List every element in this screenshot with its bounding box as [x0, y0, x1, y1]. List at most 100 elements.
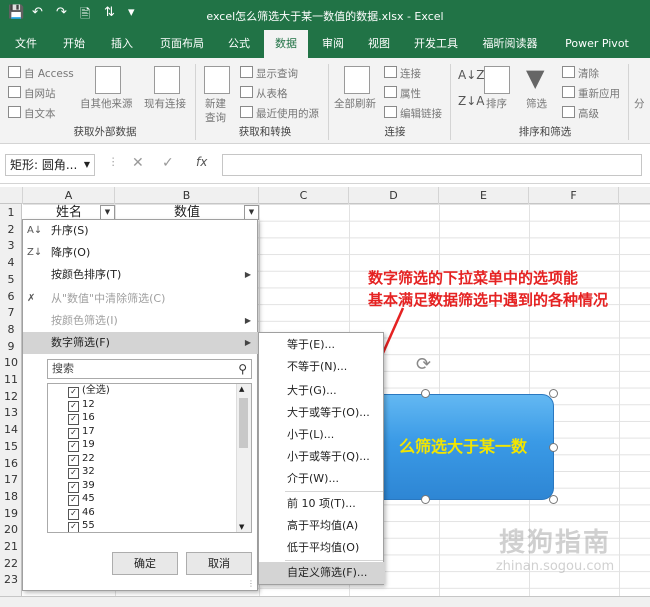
new-query-button[interactable]: 新建 [205, 96, 226, 111]
list-item-select-all[interactable]: ✓ (全选) [68, 384, 110, 398]
show-queries-button[interactable]: 显示查询 [240, 66, 298, 81]
checkbox-icon[interactable]: ✓ [68, 522, 79, 532]
submenu-item-below-average[interactable]: 低于平均值(O) [259, 537, 385, 559]
name-box[interactable]: 矩形: 圆角... ▼ [5, 154, 95, 176]
rounded-rectangle-shape[interactable]: 么筛选大于某一数 [372, 394, 554, 500]
list-item[interactable]: ✓ 22 [68, 452, 95, 466]
scrollbar-thumb[interactable] [239, 398, 248, 448]
tab-developer[interactable]: 开发工具 [404, 30, 468, 58]
existing-connections-button[interactable]: 现有连接 [144, 96, 186, 111]
menu-item-clear-filter[interactable]: ✗ 从"数值"中清除筛选(C) [23, 288, 259, 310]
sort-az-icon[interactable]: A↓Z [458, 68, 484, 82]
rotate-handle-icon[interactable]: ⟳ [416, 354, 431, 375]
row-header[interactable]: 18 [0, 489, 22, 506]
list-item[interactable]: ✓ 32 [68, 465, 95, 479]
enter-icon[interactable]: ✓ [162, 155, 174, 171]
list-item[interactable]: ✓ 19 [68, 438, 95, 452]
row-header[interactable]: 16 [0, 456, 22, 473]
list-scrollbar[interactable]: ▲ ▼ [236, 384, 251, 532]
recent-sources-button[interactable]: 最近使用的源 [240, 106, 319, 121]
tab-view[interactable]: 视图 [358, 30, 400, 58]
submenu-item-less-than[interactable]: 小于(L)... [259, 424, 385, 446]
new-query-button-line2[interactable]: 查询 [205, 110, 226, 125]
ok-button[interactable]: 确定 [112, 552, 178, 575]
row-header[interactable]: 11 [0, 372, 22, 389]
list-item[interactable]: ✓ 16 [68, 411, 95, 425]
list-item[interactable]: ✓ 55 [68, 519, 95, 532]
clear-button[interactable]: 清除 [562, 66, 599, 81]
list-item[interactable]: ✓ 39 [68, 479, 95, 493]
from-web-button[interactable]: 自网站 [8, 86, 56, 101]
tab-formulas[interactable]: 公式 [218, 30, 260, 58]
filter-search-input[interactable]: 搜索 ⚲ [47, 359, 252, 379]
submenu-item-custom-filter[interactable]: 自定义筛选(F)... [259, 562, 385, 584]
column-header-f[interactable]: F [529, 187, 619, 204]
resize-handle[interactable] [549, 389, 558, 398]
resize-grip-icon[interactable]: ⋮ [247, 579, 255, 588]
row-header[interactable]: 6 [0, 289, 22, 306]
row-header[interactable]: 22 [0, 556, 22, 573]
cell-b1[interactable]: 数值 [115, 205, 259, 220]
filter-value-list[interactable]: ✓ (全选) ✓ 12 ✓ 16 ✓ 17 ✓ 19 ✓ 22 ✓ 32 ✓ 39 ✓ 45 ✓ 4… [47, 383, 252, 533]
insert-function-icon[interactable]: fx [196, 155, 207, 169]
checkbox-icon[interactable]: ✓ [68, 508, 79, 520]
submenu-item-above-average[interactable]: 高于平均值(A) [259, 515, 385, 537]
tab-page-layout[interactable]: 页面布局 [150, 30, 214, 58]
checkbox-icon[interactable]: ✓ [68, 414, 79, 425]
column-header-e[interactable]: E [439, 187, 529, 204]
menu-item-sort-descending[interactable]: Z↓ 降序(O) [23, 242, 259, 264]
connections-button[interactable]: 连接 [384, 66, 421, 81]
column-header-b[interactable]: B [115, 187, 259, 204]
refresh-all-button[interactable]: 全部刷新 [334, 96, 376, 111]
row-header[interactable]: 13 [0, 405, 22, 422]
menu-item-sort-by-color[interactable]: 按颜色排序(T) ▶ [23, 264, 259, 286]
from-other-sources-button[interactable]: 自其他来源 [80, 96, 133, 111]
row-header[interactable]: 4 [0, 255, 22, 272]
resize-handle[interactable] [421, 495, 430, 504]
tab-review[interactable]: 审阅 [312, 30, 354, 58]
row-header[interactable]: 7 [0, 305, 22, 322]
list-item[interactable]: ✓ 45 [68, 492, 95, 506]
scroll-down-icon[interactable]: ▼ [239, 523, 244, 531]
row-header[interactable]: 12 [0, 389, 22, 406]
row-header[interactable]: 5 [0, 272, 22, 289]
checkbox-icon[interactable]: ✓ [68, 400, 79, 412]
column-header-a[interactable]: A [23, 187, 115, 204]
row-header[interactable]: 20 [0, 522, 22, 539]
row-header[interactable]: 8 [0, 322, 22, 339]
row-header[interactable]: 21 [0, 539, 22, 556]
scroll-up-icon[interactable]: ▲ [239, 385, 244, 393]
list-item[interactable]: ✓ 46 [68, 506, 95, 520]
submenu-item-top-10[interactable]: 前 10 项(T)... [259, 493, 385, 515]
submenu-item-between[interactable]: 介于(W)... [259, 468, 385, 490]
row-header[interactable]: 19 [0, 506, 22, 523]
resize-handle[interactable] [549, 495, 558, 504]
submenu-item-not-equals[interactable]: 不等于(N)... [259, 356, 385, 378]
tab-data[interactable]: 数据 [264, 30, 308, 58]
formula-input[interactable] [222, 154, 642, 176]
submenu-item-greater-or-equal[interactable]: 大于或等于(O)... [259, 402, 385, 424]
submenu-item-greater-than[interactable]: 大于(G)... [259, 380, 385, 402]
row-header[interactable]: 2 [0, 222, 22, 239]
tab-foxit-reader[interactable]: 福昕阅读器 [472, 30, 548, 58]
row-header[interactable]: 1 [0, 205, 22, 222]
sort-za-icon[interactable]: Z↓A [458, 94, 484, 108]
cancel-icon[interactable]: ✕ [132, 155, 144, 171]
column-header-c[interactable]: C [259, 187, 349, 204]
tab-home[interactable]: 开始 [52, 30, 96, 58]
row-header[interactable]: 10 [0, 355, 22, 372]
checkbox-icon[interactable]: ✓ [68, 427, 79, 439]
row-header[interactable]: 14 [0, 422, 22, 439]
menu-item-number-filters[interactable]: 数字筛选(F) ▶ [23, 332, 259, 354]
edit-links-button[interactable]: 编辑链接 [384, 106, 442, 121]
checkbox-icon[interactable]: ✓ [68, 387, 79, 398]
menu-item-sort-ascending[interactable]: A↓ 升序(S) [23, 220, 259, 242]
sort-button[interactable]: 排序 [486, 96, 507, 111]
from-access-button[interactable]: 自 Access [8, 66, 74, 81]
filter-button[interactable]: 筛选 [526, 96, 547, 111]
column-header-d[interactable]: D [349, 187, 439, 204]
properties-button[interactable]: 属性 [384, 86, 421, 101]
tab-power-pivot[interactable]: Power Pivot [552, 30, 642, 58]
row-header[interactable]: 9 [0, 339, 22, 356]
filter-dropdown-a-icon[interactable]: ▼ [100, 205, 115, 220]
